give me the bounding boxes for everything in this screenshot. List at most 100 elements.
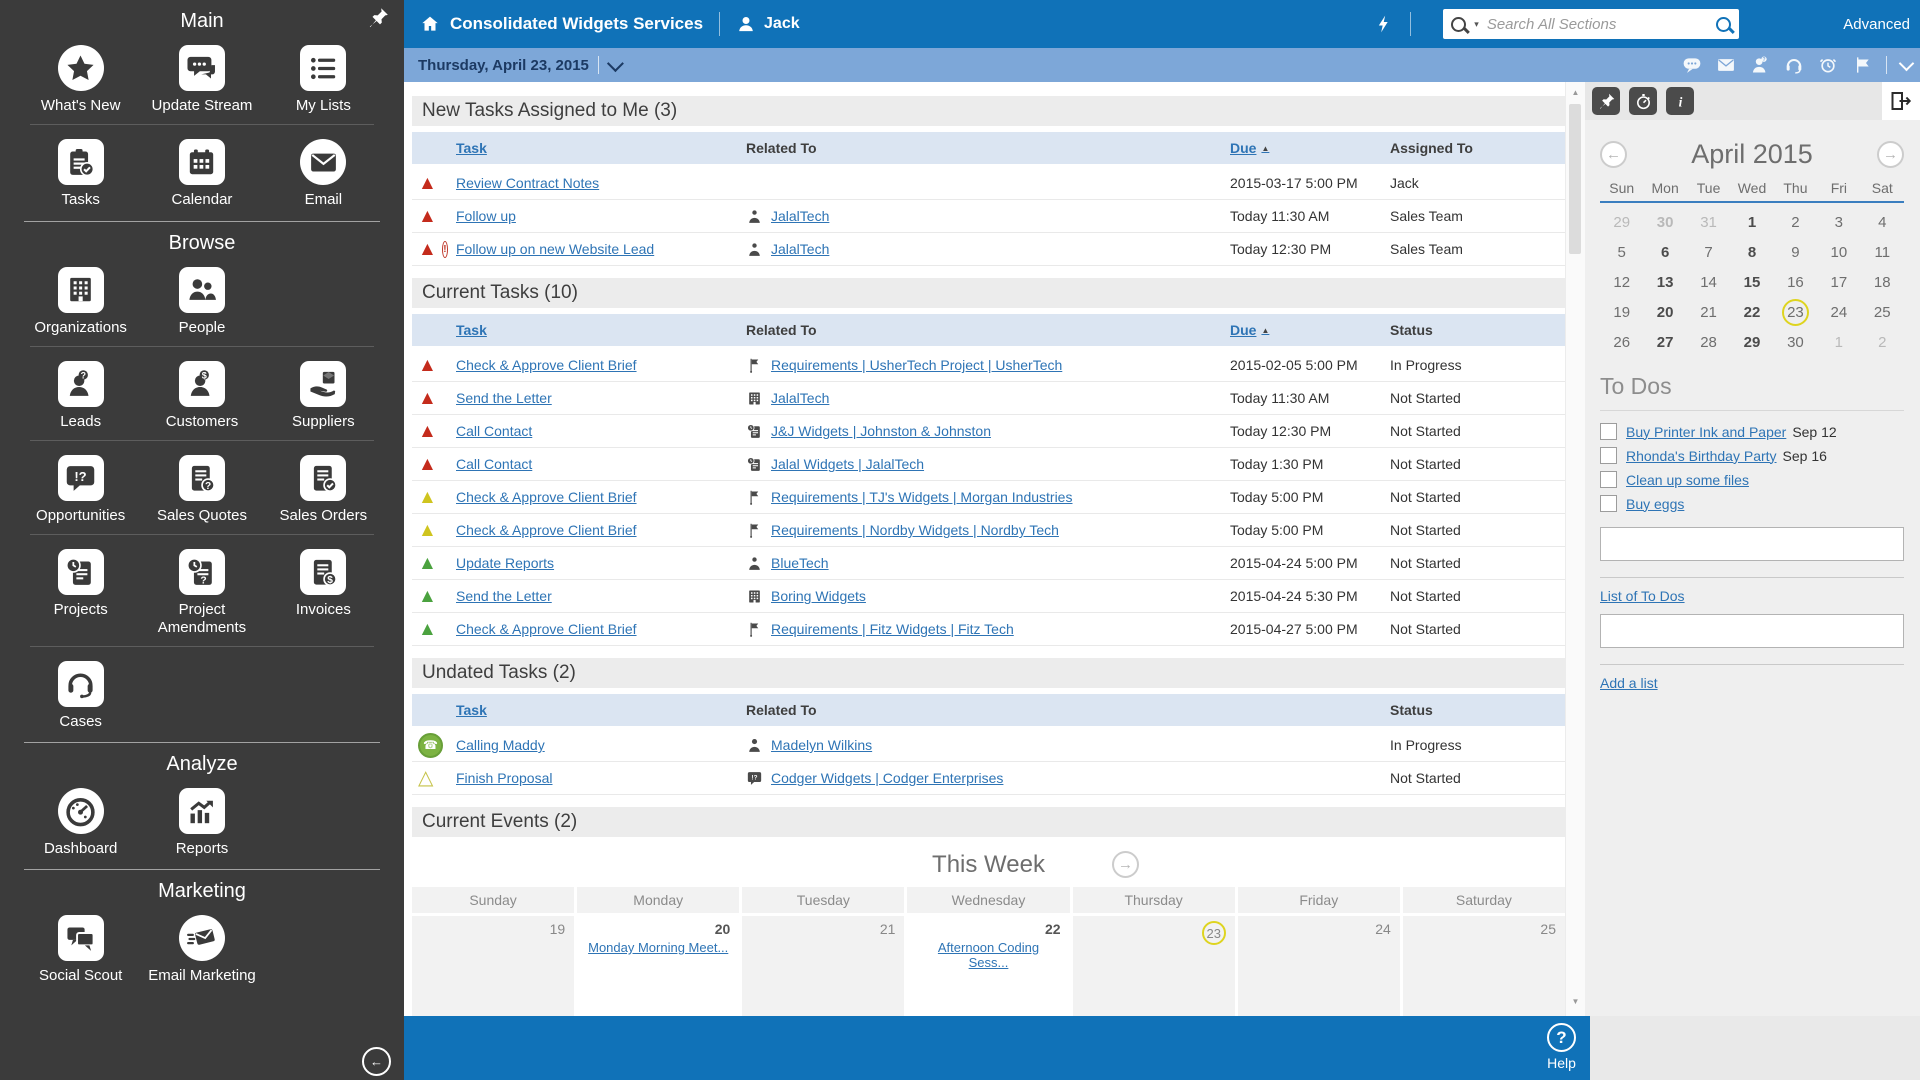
todo-list-link[interactable]: List of To Dos [1600,588,1685,604]
chat-bubble-icon[interactable] [1682,55,1702,75]
related-to-link[interactable]: JalalTech [771,241,829,257]
calendar-date[interactable]: 2 [1774,210,1817,235]
calendar-date[interactable]: 29 [1600,210,1643,235]
sidebar-item-invoices[interactable]: $Invoices [263,549,384,636]
timer-icon[interactable] [1629,87,1657,115]
search-type-icon[interactable] [1451,17,1466,32]
calendar-date[interactable]: 3 [1817,210,1860,235]
sidebar-item-email-marketing[interactable]: Email Marketing [141,915,262,984]
calendar-date[interactable]: 12 [1600,270,1643,295]
sidebar-item-cases[interactable]: Cases [20,661,141,730]
calendar-date[interactable]: 30 [1643,210,1686,235]
calendar-date[interactable]: 22 [1730,300,1773,325]
column-header-task[interactable]: Task [456,322,746,338]
new-todo-input[interactable] [1600,527,1904,561]
sidebar-item-social-scout[interactable]: Social Scout [20,915,141,984]
related-to-link[interactable]: Codger Widgets | Codger Enterprises [771,770,1003,786]
calendar-date[interactable]: 31 [1687,210,1730,235]
sidebar-item-project-amendments[interactable]: ?Project Amendments [141,549,262,636]
sidebar-collapse-button[interactable]: ← [362,1047,391,1076]
advanced-search-link[interactable]: Advanced [1843,16,1910,33]
calendar-date[interactable]: 19 [1600,300,1643,325]
column-header-task[interactable]: Task [456,140,746,156]
calendar-date[interactable]: 28 [1687,330,1730,355]
task-link[interactable]: Send the Letter [456,390,552,406]
user-name[interactable]: Jack [764,15,800,33]
todo-link[interactable]: Buy eggs [1626,496,1684,512]
search-type-caret-icon[interactable]: ▾ [1474,19,1479,30]
sidebar-item-projects[interactable]: Projects [20,549,141,636]
calendar-date[interactable]: 6 [1643,240,1686,265]
date-dropdown-icon[interactable] [607,55,624,72]
calendar-date[interactable]: 11 [1861,240,1904,265]
todo-checkbox[interactable] [1600,423,1617,440]
calendar-date[interactable]: 1 [1817,330,1860,355]
scroll-down-icon[interactable]: ▼ [1566,997,1585,1006]
task-link[interactable]: Send the Letter [456,588,552,604]
sidebar-item-email[interactable]: Email [263,139,384,208]
today-date[interactable]: 23 [1202,921,1226,945]
column-header-due[interactable]: Due▲ [1230,140,1390,156]
calendar-date[interactable]: 18 [1861,270,1904,295]
calendar-date[interactable]: 20 [1643,300,1686,325]
calendar-date[interactable]: 15 [1730,270,1773,295]
lightning-icon[interactable] [1374,14,1394,34]
related-to-link[interactable]: JalalTech [771,208,829,224]
sidebar-item-tasks[interactable]: Tasks [20,139,141,208]
column-header-task[interactable]: Task [456,702,746,718]
add-list-link[interactable]: Add a list [1600,675,1658,691]
related-to-link[interactable]: Boring Widgets [771,588,866,604]
calendar-date[interactable]: 25 [1861,300,1904,325]
column-header-due[interactable]: Due▲ [1230,322,1390,338]
calendar-date[interactable]: 21 [1687,300,1730,325]
main-scrollbar[interactable]: ▲ ▼ [1565,82,1585,1016]
task-link[interactable]: Finish Proposal [456,770,553,786]
calendar-date[interactable]: 29 [1730,330,1773,355]
task-link[interactable]: Update Reports [456,555,554,571]
calendar-date[interactable]: 9 [1774,240,1817,265]
todo-link[interactable]: Buy Printer Ink and Paper [1626,424,1786,440]
today-date[interactable]: 23 [1782,299,1809,326]
todo-link[interactable]: Clean up some files [1626,472,1749,488]
sidebar-item-what-s-new[interactable]: What's New [20,45,141,114]
calendar-date[interactable]: 10 [1817,240,1860,265]
help-button[interactable]: ? Help [1547,1023,1576,1071]
todo-checkbox[interactable] [1600,471,1617,488]
todo-link[interactable]: Rhonda's Birthday Party [1626,448,1777,464]
flag-icon[interactable] [1852,55,1872,75]
sidebar-item-my-lists[interactable]: My Lists [263,45,384,114]
related-to-link[interactable]: BlueTech [771,555,829,571]
pin-icon[interactable] [366,6,390,30]
calendar-date[interactable]: 7 [1687,240,1730,265]
next-month-button[interactable]: → [1877,141,1904,168]
related-to-link[interactable]: J&J Widgets | Johnston & Johnston [771,423,991,439]
sidebar-item-sales-orders[interactable]: Sales Orders [263,455,384,524]
sidebar-item-opportunities[interactable]: !?Opportunities [20,455,141,524]
info-icon[interactable]: i [1666,87,1694,115]
calendar-date[interactable]: 27 [1643,330,1686,355]
scroll-up-icon[interactable]: ▲ [1566,88,1585,97]
task-link[interactable]: Check & Approve Client Brief [456,621,637,637]
todo-checkbox[interactable] [1600,447,1617,464]
related-to-link[interactable]: Requirements | UsherTech Project | Usher… [771,357,1062,373]
sidebar-item-dashboard[interactable]: Dashboard [20,788,141,857]
sidebar-item-suppliers[interactable]: Suppliers [263,361,384,430]
prev-month-button[interactable]: ← [1600,141,1627,168]
calendar-date[interactable]: 26 [1600,330,1643,355]
related-to-link[interactable]: Jalal Widgets | JalalTech [771,456,924,472]
task-link[interactable]: Follow up on new Website Lead [456,241,654,257]
headset-icon[interactable] [1784,55,1804,75]
task-link[interactable]: Review Contract Notes [456,175,599,191]
sidebar-item-update-stream[interactable]: Update Stream [141,45,262,114]
sidebar-item-calendar[interactable]: Calendar [141,139,262,208]
task-link[interactable]: Call Contact [456,423,532,439]
task-link[interactable]: Check & Approve Client Brief [456,357,637,373]
sidebar-item-leads[interactable]: ?Leads [20,361,141,430]
pin-icon[interactable] [1592,87,1620,115]
scrollbar-thumb[interactable] [1569,104,1581,254]
calendar-date[interactable]: 8 [1730,240,1773,265]
panel-chevron-down-icon[interactable] [1899,55,1915,71]
search-input[interactable] [1485,15,1716,34]
todo-checkbox[interactable] [1600,495,1617,512]
related-to-link[interactable]: Requirements | Nordby Widgets | Nordby T… [771,522,1059,538]
